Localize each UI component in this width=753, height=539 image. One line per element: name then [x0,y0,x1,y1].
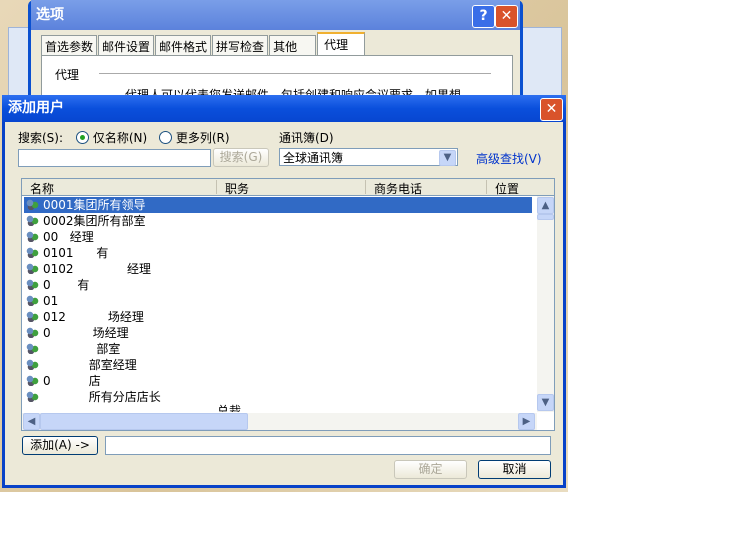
item-name: 00 经理 [43,230,94,244]
group-icon [26,279,39,290]
tab-other[interactable]: 其他 [269,35,317,55]
list-header: 名称 职务 商务电话 位置 [21,178,555,196]
column-phone[interactable]: 商务电话 [365,180,422,196]
tab-delegates[interactable]: 代理 [317,32,366,56]
tab-spelling[interactable]: 拼写检查 [212,35,269,55]
radio-more-label: 更多列(R) [175,131,230,145]
scroll-right-icon[interactable]: ▶ [518,413,535,430]
addressbook-select[interactable]: 全球通讯簿 ▼ [279,148,458,166]
add-user-dialog: 添加用户 ✕ 搜索(S): 仅名称(N) 更多列(R) 搜索(G) 通讯簿(D)… [2,95,566,488]
group-icon [26,247,39,258]
item-name: 0 场经理 [43,326,129,340]
group-icon [26,327,39,338]
partial-row-title: 总裁 [217,404,242,412]
options-dialog: 选项 ? ✕ 首选参数 邮件设置 邮件格式 拼写检查 其他 代理 代理 代理人可… [28,0,523,103]
user-list[interactable]: 0001集团所有领导 0002集团所有部室 00 经理 0101 有 0102 … [21,195,555,431]
group-icon [26,375,39,386]
item-name: 所有分店店长 [43,390,161,404]
scroll-down-icon[interactable]: ▼ [537,394,554,411]
radio-name-only[interactable]: 仅名称(N) [76,129,147,146]
item-name: 0101 有 [43,246,109,260]
group-icon [26,391,39,402]
list-item[interactable]: 所有分店店长 [24,389,532,405]
scroll-thumb[interactable] [40,413,248,430]
list-item[interactable]: 01 [24,293,532,309]
horizontal-scrollbar[interactable]: ◀ ▶ [22,413,537,430]
group-icon [26,231,39,242]
search-button[interactable]: 搜索(G) [213,148,269,167]
list-item[interactable]: 0 有 [24,277,532,293]
divider [99,73,491,74]
group-icon [26,343,39,354]
radio-icon [76,131,89,144]
ok-button[interactable]: 确定 [394,460,467,479]
add-button[interactable]: 添加(A) -> [22,436,98,455]
list-item[interactable]: 012 场经理 [24,309,532,325]
list-item[interactable]: 0102 经理 [24,261,532,277]
cancel-button[interactable]: 取消 [478,460,551,479]
addressbook-value: 全球通讯簿 [283,151,344,165]
item-name: 0 店 [43,374,101,388]
selected-users-input[interactable] [105,436,551,455]
item-name: 0001集团所有领导 [43,198,146,212]
advanced-find-link[interactable]: 高级查找(V) [476,150,542,167]
scroll-left-icon[interactable]: ◀ [23,413,40,430]
list-item[interactable]: 部室经理 [24,357,532,373]
radio-more-columns[interactable]: 更多列(R) [159,129,230,146]
item-name: 0 有 [43,278,90,292]
vertical-scrollbar[interactable]: ▲ ▼ [537,196,554,412]
addressbook-label: 通讯簿(D) [279,131,334,145]
section-label: 代理 [55,68,80,82]
list-item[interactable]: 0001集团所有领导 [24,197,532,213]
search-input[interactable] [18,149,211,167]
radio-icon [159,131,172,144]
group-icon [26,199,39,210]
item-name: 0102 经理 [43,262,151,276]
list-item[interactable]: 0 场经理 [24,325,532,341]
list-item[interactable]: 0101 有 [24,245,532,261]
item-name: 0002集团所有部室 [43,214,146,228]
item-name: 部室 [43,342,121,356]
group-icon [26,263,39,274]
options-title: 选项 [31,0,520,30]
item-name: 01 [43,294,93,308]
list-item[interactable]: 0002集团所有部室 [24,213,532,229]
tab-preferences[interactable]: 首选参数 [41,35,98,55]
column-location[interactable]: 位置 [486,180,519,196]
column-title[interactable]: 职务 [216,180,249,196]
scroll-thumb[interactable] [537,214,554,220]
column-name[interactable]: 名称 [22,180,54,196]
item-name: 012 场经理 [43,310,144,324]
radio-name-label: 仅名称(N) [92,131,148,145]
list-item[interactable]: 部室 [24,341,532,357]
list-item[interactable]: 0 店 [24,373,532,389]
group-icon [26,359,39,370]
chevron-down-icon[interactable]: ▼ [439,150,456,166]
help-button[interactable]: ? [472,5,495,28]
group-icon [26,311,39,322]
search-label: 搜索(S): [18,131,64,145]
tab-mail-format[interactable]: 邮件格式 [155,35,212,55]
list-item[interactable]: 00 经理 [24,229,532,245]
item-name: 部室经理 [43,358,137,372]
tab-mail-setup[interactable]: 邮件设置 [98,35,155,55]
group-icon [26,295,39,306]
scroll-up-icon[interactable]: ▲ [537,197,554,214]
close-button[interactable]: ✕ [540,98,563,121]
add-user-title: 添加用户 [2,95,566,122]
options-close-button[interactable]: ✕ [495,5,518,28]
group-icon [26,215,39,226]
